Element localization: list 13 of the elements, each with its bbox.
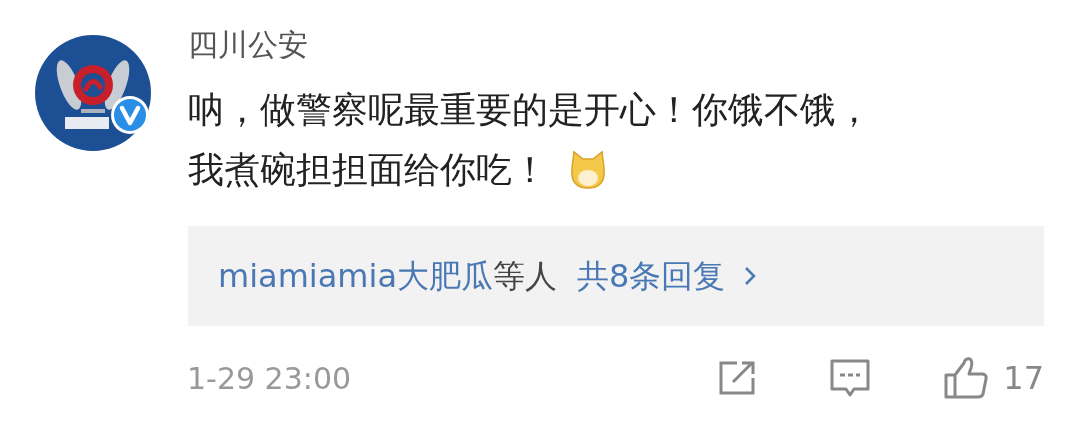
chevron-right-icon (743, 265, 758, 287)
reply-count-link[interactable]: 共8条回复 (577, 252, 726, 300)
reply-users-suffix: 等人 (493, 256, 557, 297)
replies-panel[interactable]: miamiamia大肥瓜等人 共8条回复 (188, 226, 1044, 326)
share-icon[interactable] (717, 360, 758, 396)
comment-text: 呐，做警察呢最重要的是开心！你饿不饿， (188, 88, 872, 132)
thumbs-up-icon[interactable] (943, 356, 990, 400)
author-name[interactable]: 四川公安 (188, 27, 308, 63)
comment-text: 我煮碗担担面给你吃！ (188, 148, 548, 192)
reply-users-link[interactable]: miamiamia大肥瓜 (218, 252, 493, 300)
timestamp: 1-29 23:00 (187, 359, 353, 398)
like-count: 17 (1003, 358, 1044, 399)
comment-icon[interactable] (829, 358, 872, 398)
